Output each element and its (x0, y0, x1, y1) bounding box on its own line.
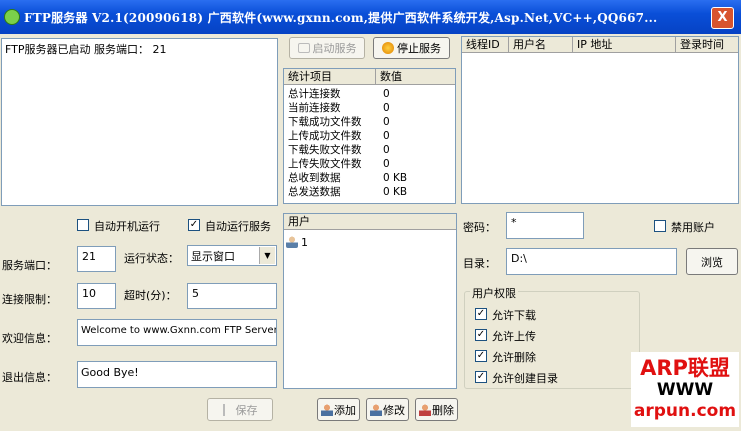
stats-label: 当前连接数 (288, 102, 341, 114)
welcome-input[interactable]: Welcome to www.Gxnn.com FTP Server! (77, 319, 277, 346)
add-user-icon (321, 403, 333, 416)
timeout-label: 超时(分)： (124, 289, 177, 302)
auto-run-checkbox[interactable]: ✓ (188, 219, 200, 231)
stats-value: 0 (383, 102, 390, 114)
permission-label: 允许创建目录 (492, 372, 558, 385)
port-input[interactable]: 21 (77, 246, 116, 272)
stats-label: 总收到数据 (288, 172, 341, 184)
auto-boot-label: 自动开机运行 (94, 220, 160, 233)
list-item[interactable]: 1 (286, 235, 308, 249)
stats-value: 0 (383, 130, 390, 142)
table-row[interactable]: 总计连接数 0 (288, 88, 453, 101)
stats-label: 下载成功文件数 (288, 116, 362, 128)
permission-checkbox[interactable]: ✓ (475, 350, 487, 362)
password-label: 密码： (463, 221, 496, 234)
save-button[interactable]: 保存 (207, 398, 273, 421)
stats-label: 下载失败文件数 (288, 144, 362, 156)
conn-header-username[interactable]: 用户名 (509, 37, 573, 53)
table-row[interactable]: 总收到数据 0 KB (288, 172, 453, 185)
stop-service-button[interactable]: 停止服务 (373, 37, 450, 59)
title-bar: FTP服务器 V2.1(20090618) 广西软件(www.gxnn.com,… (0, 0, 741, 34)
user-icon (286, 236, 298, 248)
browse-button[interactable]: 浏览 (686, 248, 738, 275)
stats-header-item[interactable]: 统计项目 (284, 69, 376, 85)
chevron-down-icon[interactable]: ▼ (259, 247, 275, 264)
exit-input[interactable]: Good Bye! (77, 361, 277, 388)
permission-checkbox[interactable]: ✓ (475, 329, 487, 341)
dir-label: 目录： (463, 257, 496, 270)
watermark-logo: ARP联盟 WWW arpun.com (631, 352, 739, 427)
permission-label: 允许删除 (492, 351, 536, 364)
timeout-input[interactable]: 5 (187, 283, 277, 309)
table-row[interactable]: 上传成功文件数 0 (288, 130, 453, 143)
start-icon (297, 43, 310, 53)
stats-header-value[interactable]: 数值 (376, 69, 455, 85)
conn-header-thread-id[interactable]: 线程ID (462, 37, 509, 53)
app-icon (4, 9, 20, 25)
stats-label: 上传失败文件数 (288, 158, 362, 170)
delete-user-icon (419, 403, 431, 416)
permissions-title: 用户权限 (470, 285, 518, 301)
stats-value: 0 (383, 144, 390, 156)
table-row[interactable]: 当前连接数 0 (288, 102, 453, 115)
permission-label: 允许上传 (492, 330, 536, 343)
stats-label: 总发送数据 (288, 186, 341, 198)
close-button[interactable]: X (711, 7, 734, 29)
dir-input[interactable]: D:\ (506, 248, 677, 275)
table-row[interactable]: 下载成功文件数 0 (288, 116, 453, 129)
permission-label: 允许下载 (492, 309, 536, 322)
run-state-label: 运行状态： (124, 252, 179, 265)
connections-list[interactable]: 线程ID 用户名 IP 地址 登录时间 (461, 36, 739, 204)
log-text: FTP服务器已启动 服务端口： 21 (5, 43, 167, 56)
table-row[interactable]: 上传失败文件数 0 (288, 158, 453, 171)
window-title: FTP服务器 V2.1(20090618) 广西软件(www.gxnn.com,… (24, 11, 658, 25)
permission-checkbox[interactable]: ✓ (475, 308, 487, 320)
permission-checkbox[interactable]: ✓ (475, 371, 487, 383)
stats-value: 0 (383, 158, 390, 170)
stats-value: 0 KB (383, 172, 408, 184)
table-row[interactable]: 下载失败文件数 0 (288, 144, 453, 157)
save-icon (222, 403, 233, 416)
stats-list[interactable]: 统计项目 数值 总计连接数 0 当前连接数 0 下载成功文件数 0 上传成功文件数 0 下载失败… (283, 68, 456, 204)
port-label: 服务端口： (2, 259, 57, 272)
conn-header-ip[interactable]: IP 地址 (573, 37, 676, 53)
stats-value: 0 (383, 116, 390, 128)
conn-limit-input[interactable]: 10 (77, 283, 116, 309)
start-service-button[interactable]: 启动服务 (289, 37, 365, 59)
exit-label: 退出信息： (2, 371, 57, 384)
log-panel[interactable]: FTP服务器已启动 服务端口： 21 (1, 38, 278, 206)
delete-user-button[interactable]: 删除 (415, 398, 458, 421)
add-user-button[interactable]: 添加 (317, 398, 360, 421)
run-state-select[interactable]: 显示窗口 ▼ (187, 245, 277, 266)
disable-account-label: 禁用账户 (671, 221, 715, 234)
edit-user-button[interactable]: 修改 (366, 398, 409, 421)
table-row[interactable]: 总发送数据 0 KB (288, 186, 453, 199)
users-header[interactable]: 用户 (284, 214, 456, 230)
edit-user-icon (370, 403, 382, 416)
disable-account-checkbox[interactable] (654, 220, 666, 232)
stats-value: 0 KB (383, 186, 408, 198)
password-input[interactable]: * (506, 212, 584, 239)
stats-label: 总计连接数 (288, 88, 341, 100)
auto-run-label: 自动运行服务 (205, 220, 271, 233)
stats-value: 0 (383, 88, 390, 100)
stats-label: 上传成功文件数 (288, 130, 362, 142)
conn-limit-label: 连接限制： (2, 293, 57, 306)
conn-header-login-time[interactable]: 登录时间 (676, 37, 738, 53)
welcome-label: 欢迎信息： (2, 332, 57, 345)
auto-boot-checkbox[interactable] (77, 219, 89, 231)
stop-icon (382, 42, 394, 54)
users-list[interactable]: 用户 1 (283, 213, 457, 389)
